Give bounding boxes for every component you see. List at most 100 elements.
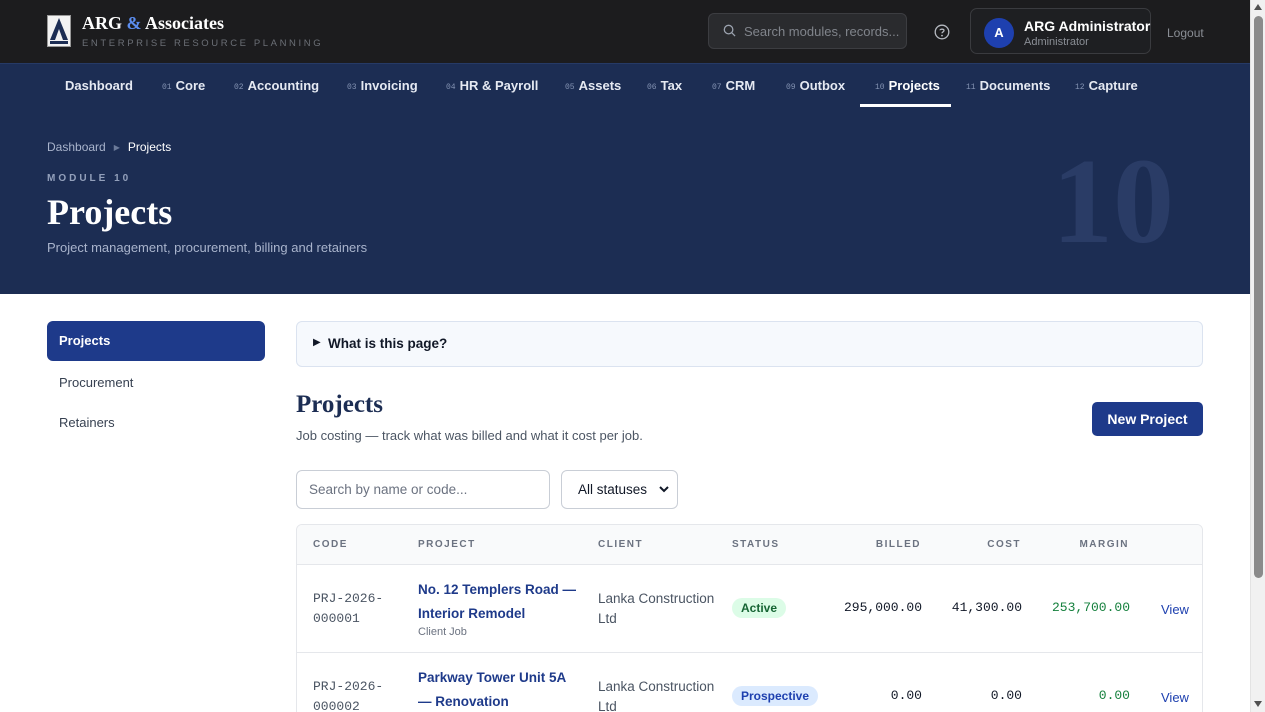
view-project-link[interactable]: View [1161, 690, 1189, 705]
user-name: ARG Administrator [1024, 18, 1151, 34]
client-name: Lanka Construction Ltd [598, 591, 715, 626]
nav-item-tax[interactable]: 06 Tax [647, 64, 682, 107]
nav-item-dashboard[interactable]: Dashboard [65, 64, 133, 107]
column-header-margin: MARGIN [1079, 539, 1129, 550]
module-label: MODULE 10 [47, 173, 132, 184]
project-name-link[interactable]: No. 12 Templers Road — Interior Remodel [418, 578, 583, 626]
caret-right-icon: ▶ [313, 337, 321, 348]
nav-item-accounting[interactable]: 02 Accounting [234, 64, 319, 107]
logout-link[interactable]: Logout [1167, 26, 1204, 40]
nav-label: Documents [979, 78, 1051, 93]
status-filter-select[interactable]: All statuses [561, 470, 678, 509]
nav-number: 03 [347, 83, 357, 92]
page-subtitle: Project management, procurement, billing… [47, 240, 368, 255]
status-cell: Active [732, 598, 787, 618]
section-title: Projects [296, 391, 383, 418]
project-cell: No. 12 Templers Road — Interior Remodel … [418, 578, 583, 638]
table-row[interactable]: PRJ-2026-000001 No. 12 Templers Road — I… [297, 565, 1202, 653]
nav-number: 05 [565, 83, 575, 92]
margin-amount: 0.00 [1098, 688, 1130, 703]
nav-item-projects[interactable]: 10 Projects [875, 64, 940, 107]
sidebar-item-procurement[interactable]: Procurement [47, 363, 265, 403]
chevron-down-icon [659, 486, 669, 493]
column-header-cost: COST [987, 539, 1021, 550]
project-name-link[interactable]: Parkway Tower Unit 5A — Renovation [418, 666, 583, 712]
brand-tagline: ENTERPRISE RESOURCE PLANNING [82, 38, 324, 49]
nav-item-invoicing[interactable]: 03 Invoicing [347, 64, 418, 107]
nav-number: 06 [647, 83, 657, 92]
nav-item-crm[interactable]: 07 CRM [712, 64, 755, 107]
client-name: Lanka Construction Ltd [598, 679, 715, 712]
project-search-input[interactable] [296, 470, 550, 509]
nav-number: 09 [786, 83, 796, 92]
billed-amount: 295,000.00 [843, 600, 922, 615]
search-icon [723, 24, 736, 37]
nav-item-core[interactable]: 01 Core [162, 64, 205, 107]
breadcrumb-dashboard[interactable]: Dashboard [47, 140, 106, 154]
nav-item-outbox[interactable]: 09 Outbox [786, 64, 845, 107]
project-type: Client Job [418, 626, 467, 638]
nav-label: Accounting [247, 78, 320, 93]
user-menu[interactable]: A ARG Administrator Administrator [970, 8, 1151, 54]
nav-label: Dashboard [65, 78, 133, 93]
page-hero: 10 Dashboard ▶ Projects MODULE 10 Projects… [0, 107, 1250, 294]
project-code: PRJ-2026-000002 [313, 679, 384, 712]
nav-label: CRM [725, 78, 756, 93]
nav-label: Outbox [799, 78, 846, 93]
sidebar-item-retainers[interactable]: Retainers [47, 403, 265, 443]
chevron-right-icon: ▶ [113, 143, 120, 152]
section-subtitle: Job costing — track what was billed and … [296, 428, 643, 443]
brand-name-part1: ARG [82, 13, 122, 33]
status-badge: Prospective [732, 686, 819, 706]
status-badge: Active [732, 598, 787, 618]
status-filter-value: All statuses [578, 482, 648, 497]
projects-table: CODE PROJECT CLIENT STATUS BILLED COST M… [296, 524, 1203, 712]
nav-label: Capture [1088, 78, 1138, 93]
nav-number: 10 [875, 83, 885, 92]
page-info-label: What is this page? [328, 336, 448, 351]
scroll-up-arrow-icon[interactable] [1254, 4, 1262, 10]
margin-amount: 253,700.00 [1051, 600, 1130, 615]
column-header-project: PROJECT [418, 539, 476, 550]
top-bar: ARG & Associates ENTERPRISE RESOURCE PLA… [0, 0, 1250, 63]
module-number-watermark: 10 [1052, 134, 1174, 269]
nav-number: 11 [966, 83, 976, 92]
billed-amount: 0.00 [890, 688, 922, 703]
table-header: CODE PROJECT CLIENT STATUS BILLED COST M… [297, 525, 1202, 565]
nav-number: 07 [712, 83, 722, 92]
page-scrollbar[interactable] [1250, 0, 1265, 712]
page-info-toggle[interactable]: ▶ What is this page? [296, 321, 1203, 367]
brand-name-part2: Associates [145, 13, 225, 33]
project-code: PRJ-2026-000001 [313, 591, 384, 626]
nav-item-documents[interactable]: 11 Documents [966, 64, 1050, 107]
project-cell: Parkway Tower Unit 5A — Renovation [418, 666, 583, 712]
column-header-client: CLIENT [598, 539, 644, 550]
nav-label: Projects [888, 78, 940, 93]
scroll-down-arrow-icon[interactable] [1254, 701, 1262, 707]
table-row[interactable]: PRJ-2026-000002 Parkway Tower Unit 5A — … [297, 653, 1202, 712]
nav-label: Assets [578, 78, 622, 93]
user-role: Administrator [1024, 36, 1089, 48]
scrollbar-thumb[interactable] [1254, 16, 1263, 578]
brand-logo-icon[interactable] [47, 15, 71, 47]
global-search[interactable] [708, 13, 907, 49]
nav-label: Tax [660, 78, 683, 93]
brand-ampersand: & [126, 13, 142, 33]
sidebar-item-projects[interactable]: Projects [47, 321, 265, 361]
cost-amount: 41,300.00 [951, 600, 1022, 615]
view-project-link[interactable]: View [1161, 602, 1189, 617]
question-circle-icon[interactable] [934, 24, 950, 40]
global-search-input[interactable] [744, 14, 904, 48]
nav-item-capture[interactable]: 12 Capture [1075, 64, 1138, 107]
status-cell: Prospective [732, 686, 819, 706]
nav-number: 12 [1075, 83, 1085, 92]
nav-number: 01 [162, 83, 172, 92]
column-header-code: CODE [313, 539, 348, 550]
breadcrumb-current: Projects [127, 140, 172, 154]
nav-number: 04 [446, 83, 456, 92]
nav-label: Invoicing [360, 78, 418, 93]
page-title: Projects [47, 192, 173, 232]
nav-item-hr-payroll[interactable]: 04 HR & Payroll [446, 64, 538, 107]
new-project-button[interactable]: New Project [1092, 402, 1203, 436]
nav-item-assets[interactable]: 05 Assets [565, 64, 621, 107]
